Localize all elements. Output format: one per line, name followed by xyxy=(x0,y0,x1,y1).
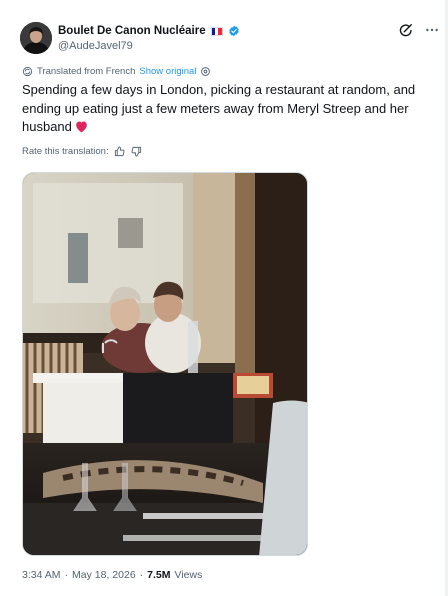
views-count[interactable]: 7.5M xyxy=(147,569,170,581)
meta-separator: · xyxy=(64,569,69,581)
tweet-meta: 3:34 AM · May 18, 2026 · 7.5M Views xyxy=(22,569,202,581)
author-handle[interactable]: @AudeJavel79 xyxy=(58,40,240,52)
thumbs-down-icon[interactable] xyxy=(131,145,143,157)
tweet-text: Spending a few days in London, picking a… xyxy=(22,81,427,137)
tweet-time[interactable]: 3:34 AM xyxy=(22,569,61,581)
gear-icon[interactable] xyxy=(200,66,211,77)
author-display-name[interactable]: Boulet De Canon Nucléaire xyxy=(58,25,206,37)
tweet-photo[interactable] xyxy=(22,172,308,556)
rate-label: Rate this translation: xyxy=(22,145,109,157)
verified-badge-icon xyxy=(228,25,239,37)
avatar[interactable] xyxy=(20,22,52,54)
tweet-card: Boulet De Canon Nucléaire @AudeJavel79 T… xyxy=(0,0,448,596)
thumbs-up-icon[interactable] xyxy=(114,145,126,157)
france-flag-icon xyxy=(210,26,223,36)
restaurant-photo xyxy=(23,173,307,555)
translation-notice: Translated from French Show original xyxy=(22,66,211,77)
show-original-link[interactable]: Show original xyxy=(139,66,196,77)
avatar-image xyxy=(20,22,52,54)
author-block[interactable]: Boulet De Canon Nucléaire @AudeJavel79 xyxy=(58,23,240,52)
tweet-date[interactable]: May 18, 2026 xyxy=(72,569,136,581)
meta-separator: · xyxy=(139,569,144,581)
translated-label: Translated from French xyxy=(37,66,136,77)
more-icon[interactable] xyxy=(424,22,440,38)
translate-icon xyxy=(22,66,33,77)
heart-icon xyxy=(76,121,87,133)
views-label: Views xyxy=(174,569,203,581)
rate-translation: Rate this translation: xyxy=(22,145,143,157)
header-actions xyxy=(398,22,440,38)
grok-icon[interactable] xyxy=(398,22,414,38)
